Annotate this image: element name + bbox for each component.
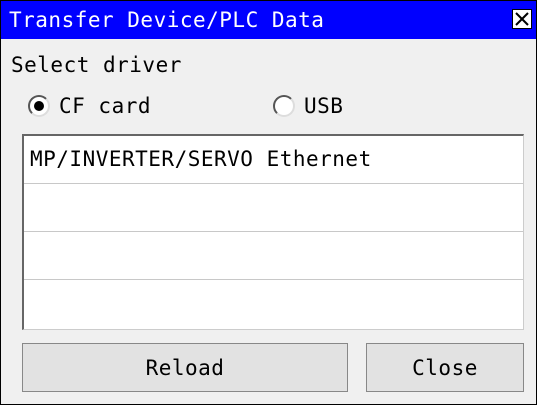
radio-cf-card-label: CF card: [59, 94, 152, 118]
radio-usb[interactable]: USB: [273, 93, 343, 119]
list-item[interactable]: [24, 184, 523, 232]
list-item[interactable]: MP/INVERTER/SERVO Ethernet: [24, 136, 523, 184]
dialog-title: Transfer Device/PLC Data: [9, 8, 325, 32]
list-item[interactable]: [24, 280, 523, 328]
close-x-icon[interactable]: [512, 9, 532, 29]
list-item[interactable]: [24, 232, 523, 280]
title-bar[interactable]: Transfer Device/PLC Data: [1, 1, 536, 39]
driver-list[interactable]: MP/INVERTER/SERVO Ethernet: [22, 134, 524, 330]
radio-checked-icon[interactable]: [28, 95, 50, 117]
radio-unchecked-icon[interactable]: [273, 95, 295, 117]
radio-cf-card[interactable]: CF card: [28, 93, 151, 119]
close-button[interactable]: Close: [366, 343, 524, 392]
select-driver-label: Select driver: [11, 53, 182, 77]
reload-button[interactable]: Reload: [22, 343, 348, 392]
transfer-dialog: Transfer Device/PLC Data Select driver C…: [0, 0, 537, 405]
radio-usb-label: USB: [304, 94, 344, 118]
